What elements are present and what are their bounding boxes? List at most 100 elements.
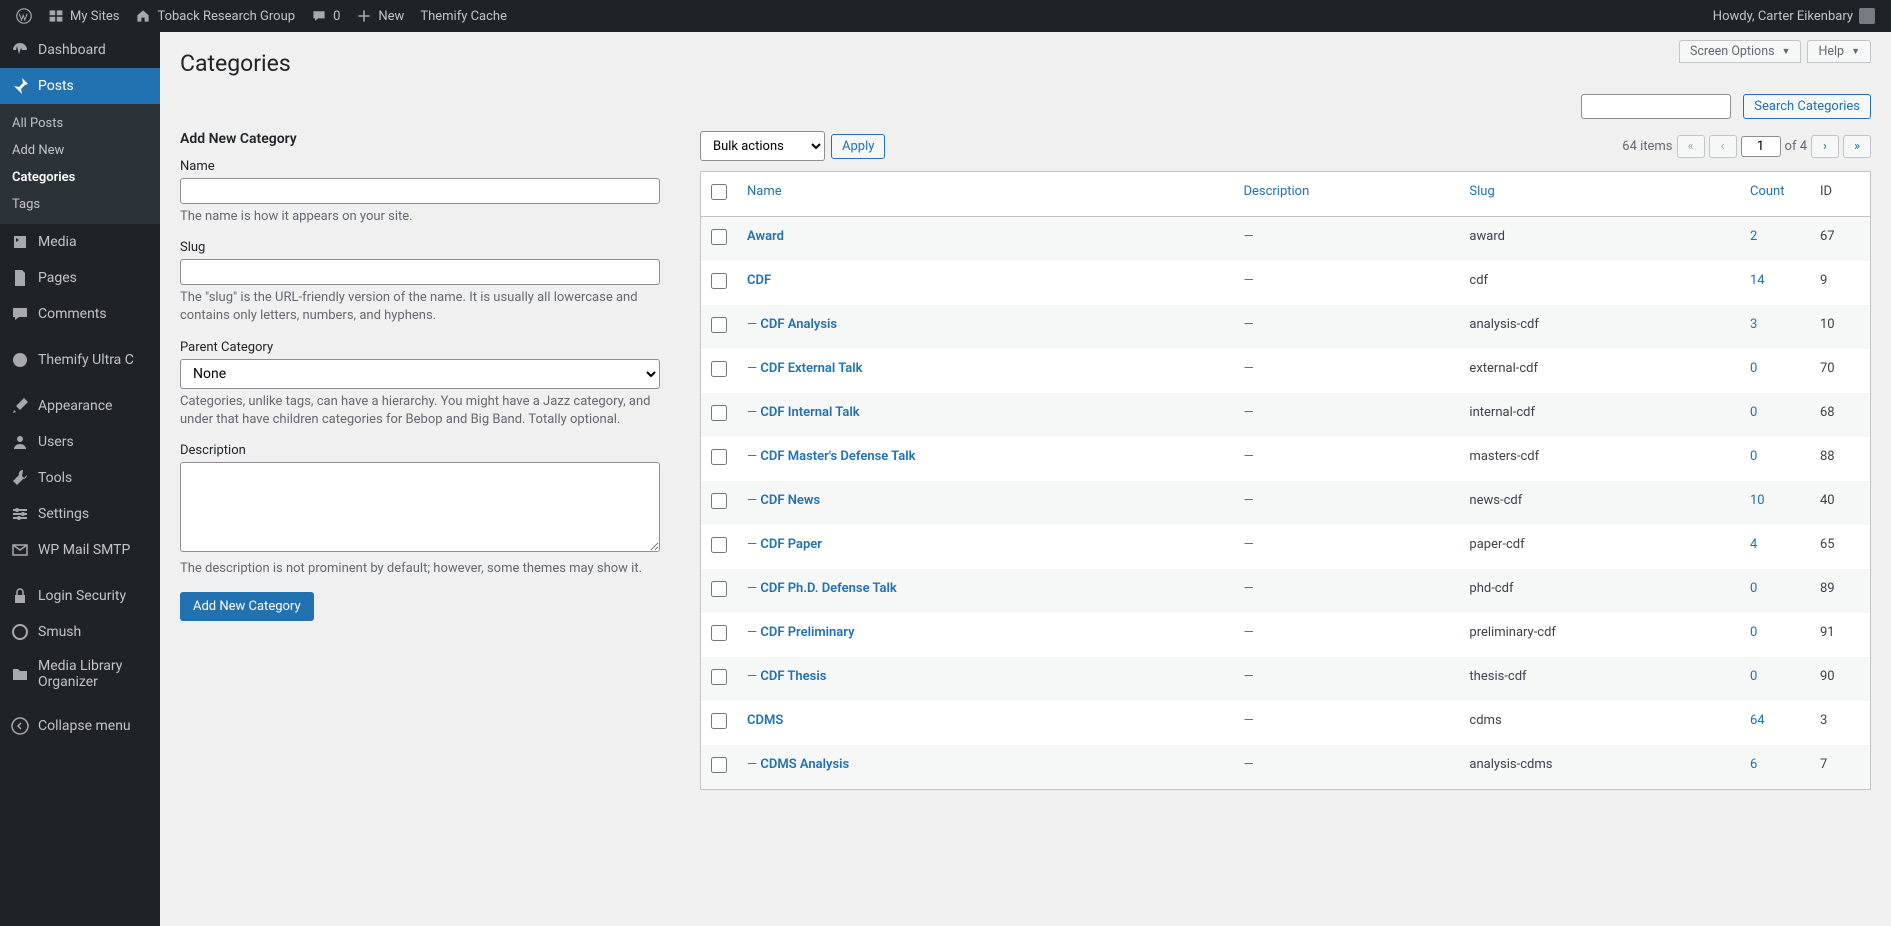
row-checkbox[interactable] — [711, 405, 727, 421]
sites-icon — [48, 8, 64, 24]
category-name-link[interactable]: CDF Internal Talk — [760, 405, 859, 420]
my-account[interactable]: Howdy, Carter Eikenbary — [1705, 0, 1883, 32]
row-checkbox[interactable] — [711, 361, 727, 377]
category-count-link[interactable]: 14 — [1750, 273, 1765, 288]
new-content[interactable]: New — [348, 0, 412, 32]
help-toggle[interactable]: Help▼ — [1807, 40, 1871, 63]
comments-bubble[interactable]: 0 — [303, 0, 348, 32]
category-name-link[interactable]: CDF News — [760, 493, 820, 508]
site-name[interactable]: Toback Research Group — [127, 0, 303, 32]
row-checkbox[interactable] — [711, 273, 727, 289]
row-checkbox[interactable] — [711, 713, 727, 729]
description-input[interactable] — [180, 462, 660, 552]
sidebar-item-label: Appearance — [38, 398, 112, 414]
search-button[interactable]: Search Categories — [1743, 94, 1871, 119]
sidebar-item-tools[interactable]: Tools — [0, 460, 160, 496]
category-name-link[interactable]: Award — [747, 229, 784, 244]
sidebar-item-media[interactable]: Media — [0, 224, 160, 260]
category-name-link[interactable]: CDMS — [747, 713, 783, 728]
apply-button[interactable]: Apply — [831, 134, 885, 159]
category-count-link[interactable]: 64 — [1750, 713, 1765, 728]
slug-input[interactable] — [180, 259, 660, 285]
my-sites[interactable]: My Sites — [40, 0, 127, 32]
sidebar-item-pages[interactable]: Pages — [0, 260, 160, 296]
row-checkbox[interactable] — [711, 229, 727, 245]
sidebar-item-wp-mail-smtp[interactable]: WP Mail SMTP — [0, 532, 160, 568]
row-checkbox[interactable] — [711, 449, 727, 465]
wp-logo[interactable] — [8, 0, 40, 32]
row-checkbox[interactable] — [711, 493, 727, 509]
sidebar-item-login-security[interactable]: Login Security — [0, 578, 160, 614]
current-page-input[interactable] — [1741, 136, 1781, 157]
bulk-action-select[interactable]: Bulk actions — [700, 131, 825, 161]
category-name-link[interactable]: CDF Thesis — [760, 669, 826, 684]
category-name-link[interactable]: CDF Analysis — [760, 317, 837, 332]
category-count-link[interactable]: 0 — [1750, 669, 1757, 684]
row-checkbox[interactable] — [711, 757, 727, 773]
name-input[interactable] — [180, 178, 660, 204]
sidebar-item-media-library-organizer[interactable]: Media Library Organizer — [0, 650, 160, 698]
category-count-link[interactable]: 4 — [1750, 537, 1757, 552]
category-count-link[interactable]: 2 — [1750, 229, 1757, 244]
row-checkbox[interactable] — [711, 581, 727, 597]
sidebar-item-comments[interactable]: Comments — [0, 296, 160, 332]
row-checkbox[interactable] — [711, 669, 727, 685]
theme-icon — [10, 350, 30, 370]
category-slug: paper-cdf — [1469, 537, 1524, 552]
select-all-checkbox[interactable] — [711, 184, 727, 200]
posts-submenu: All PostsAdd NewCategoriesTags — [0, 104, 160, 224]
prev-page-button[interactable]: ‹ — [1709, 135, 1737, 158]
category-slug: news-cdf — [1469, 493, 1522, 508]
category-name-link[interactable]: CDMS Analysis — [760, 757, 849, 772]
next-page-button[interactable]: › — [1811, 135, 1839, 158]
add-category-button[interactable]: Add New Category — [180, 592, 314, 621]
submenu-all-posts[interactable]: All Posts — [0, 110, 160, 137]
row-checkbox[interactable] — [711, 317, 727, 333]
sidebar-item-smush[interactable]: Smush — [0, 614, 160, 650]
sidebar-item-collapse-menu[interactable]: Collapse menu — [0, 708, 160, 744]
sidebar-item-themify-ultra-c[interactable]: Themify Ultra C — [0, 342, 160, 378]
screen-options-toggle[interactable]: Screen Options▼ — [1679, 40, 1802, 63]
category-slug: internal-cdf — [1469, 405, 1535, 420]
category-count-link[interactable]: 0 — [1750, 449, 1757, 464]
category-name-link[interactable]: CDF — [747, 273, 771, 288]
form-heading: Add New Category — [180, 131, 660, 147]
category-count-link[interactable]: 6 — [1750, 757, 1757, 772]
category-count-link[interactable]: 0 — [1750, 581, 1757, 596]
category-name-link[interactable]: CDF External Talk — [760, 361, 862, 376]
row-checkbox[interactable] — [711, 537, 727, 553]
category-count-link[interactable]: 0 — [1750, 361, 1757, 376]
sidebar-item-users[interactable]: Users — [0, 424, 160, 460]
themify-cache[interactable]: Themify Cache — [412, 0, 515, 32]
category-count-link[interactable]: 0 — [1750, 625, 1757, 640]
sidebar-item-appearance[interactable]: Appearance — [0, 388, 160, 424]
category-name-link[interactable]: CDF Ph.D. Defense Talk — [760, 581, 896, 596]
table-row: CDMS—cdms643 — [701, 701, 1870, 745]
sidebar-item-dashboard[interactable]: Dashboard — [0, 32, 160, 68]
search-input[interactable] — [1581, 94, 1731, 119]
col-count[interactable]: Count — [1750, 184, 1784, 199]
parent-select[interactable]: None — [180, 359, 660, 389]
category-name-link[interactable]: CDF Master's Defense Talk — [760, 449, 915, 464]
col-description[interactable]: Description — [1243, 184, 1309, 199]
first-page-button[interactable]: « — [1677, 135, 1705, 158]
sidebar-item-posts[interactable]: Posts — [0, 68, 160, 104]
submenu-add-new[interactable]: Add New — [0, 137, 160, 164]
category-name-link[interactable]: CDF Preliminary — [760, 625, 854, 640]
sidebar-item-settings[interactable]: Settings — [0, 496, 160, 532]
main-content: Screen Options▼ Help▼ Categories Search … — [160, 32, 1891, 926]
category-id: 40 — [1820, 493, 1835, 508]
submenu-categories[interactable]: Categories — [0, 164, 160, 191]
col-slug[interactable]: Slug — [1469, 184, 1494, 199]
site-name-label: Toback Research Group — [157, 9, 295, 24]
smush-icon — [10, 622, 30, 642]
page-icon — [10, 268, 30, 288]
category-count-link[interactable]: 10 — [1750, 493, 1765, 508]
category-count-link[interactable]: 0 — [1750, 405, 1757, 420]
col-name[interactable]: Name — [747, 184, 782, 199]
submenu-tags[interactable]: Tags — [0, 191, 160, 218]
row-checkbox[interactable] — [711, 625, 727, 641]
last-page-button[interactable]: » — [1843, 135, 1871, 158]
category-name-link[interactable]: CDF Paper — [760, 537, 822, 552]
category-count-link[interactable]: 3 — [1750, 317, 1757, 332]
